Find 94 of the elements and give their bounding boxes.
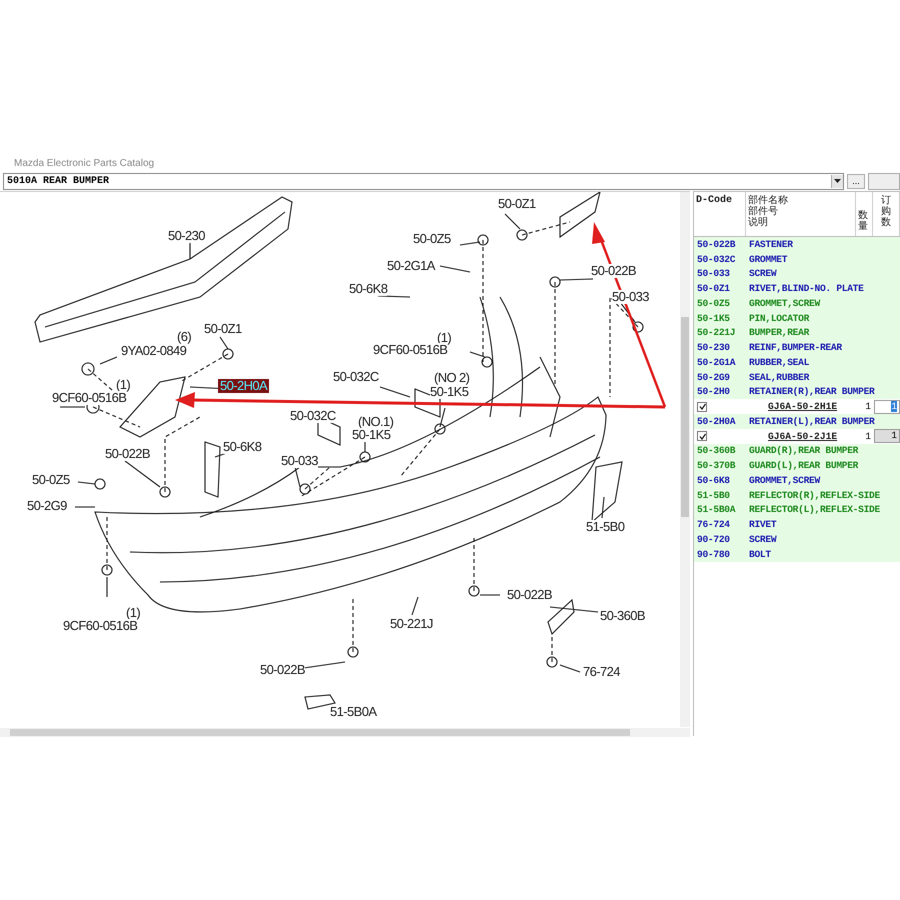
toolbar-button[interactable] bbox=[868, 172, 900, 190]
callout-label[interactable]: 50-0Z5 bbox=[413, 232, 451, 246]
callout-label[interactable]: 50-032C bbox=[290, 409, 336, 423]
part-name[interactable]: PIN,LOCATOR bbox=[746, 312, 900, 324]
column-header: 数量 bbox=[858, 210, 868, 232]
callout-label[interactable]: 76-724 bbox=[583, 665, 620, 679]
part-name[interactable]: RIVET bbox=[746, 519, 900, 530]
part-name[interactable]: REFLECTOR(L),REFLEX-SIDE bbox=[746, 504, 900, 516]
part-name[interactable]: BUMPER,REAR bbox=[746, 327, 900, 338]
callout-label[interactable]: 50-033 bbox=[612, 290, 649, 304]
part-code[interactable]: 50-370B bbox=[694, 460, 746, 472]
callout-label[interactable]: 50-6K8 bbox=[349, 282, 388, 296]
part-name[interactable]: SEAL,RUBBER bbox=[746, 372, 900, 383]
window-title: Mazda Electronic Parts Catalog bbox=[13, 157, 156, 171]
column-header: 订购数 bbox=[881, 195, 891, 230]
part-code[interactable]: 50-032C bbox=[694, 254, 746, 265]
callout-label[interactable]: 50-022B bbox=[105, 447, 150, 461]
callout-label[interactable]: 50-0Z1 bbox=[498, 197, 536, 211]
part-code[interactable]: 50-1K5 bbox=[694, 312, 746, 324]
part-name[interactable]: SCREW bbox=[746, 268, 900, 280]
part-name[interactable]: BOLT bbox=[746, 548, 900, 560]
part-code[interactable]: 50-230 bbox=[694, 342, 746, 354]
order-quantity-field[interactable]: 1 bbox=[874, 429, 900, 444]
dropdown-arrow-icon bbox=[834, 179, 841, 183]
part-number[interactable]: GJ6A-50-2J1E bbox=[746, 430, 860, 442]
part-name[interactable]: GUARD(R),REAR BUMPER bbox=[746, 445, 900, 456]
callout-label[interactable]: 50-230 bbox=[168, 229, 205, 243]
column-header: 部件名称 部件号 说明 bbox=[746, 192, 856, 236]
callout-label[interactable]: 50-2H0A bbox=[218, 379, 270, 393]
part-code[interactable]: 90-720 bbox=[694, 534, 746, 545]
part-name[interactable]: GROMMET,SCREW bbox=[746, 298, 900, 309]
callout-label[interactable]: 50-6K8 bbox=[223, 440, 262, 454]
callout-label[interactable]: 50-022B bbox=[507, 588, 552, 602]
callout-label[interactable]: 50-022B bbox=[260, 663, 305, 677]
part-code[interactable]: 50-2G9 bbox=[694, 372, 746, 383]
part-name[interactable]: RETAINER(L),REAR BUMPER bbox=[746, 416, 900, 427]
browse-button[interactable]: ... bbox=[847, 174, 865, 188]
part-name[interactable]: SCREW bbox=[746, 534, 900, 545]
callout-label[interactable]: 9CF60-0516B bbox=[52, 391, 126, 405]
part-code[interactable]: 50-2H0 bbox=[694, 386, 746, 398]
part-code[interactable]: 51-5B0 bbox=[694, 490, 746, 501]
callout-label[interactable]: (1) bbox=[116, 378, 130, 392]
part-code[interactable]: 50-6K8 bbox=[694, 474, 746, 486]
callout-label[interactable]: 50-033 bbox=[281, 454, 318, 468]
part-code[interactable]: 50-2H0A bbox=[694, 416, 746, 427]
callout-label[interactable]: 9CF60-0516B bbox=[63, 619, 138, 633]
part-number[interactable]: GJ6A-50-2H1E bbox=[746, 401, 860, 412]
part-code[interactable]: 50-0Z5 bbox=[694, 298, 746, 309]
quantity: 1 bbox=[864, 401, 872, 412]
vertical-scrollbar[interactable] bbox=[680, 192, 690, 727]
part-code[interactable]: 50-022B bbox=[694, 238, 746, 250]
callout-label[interactable]: (6) bbox=[177, 330, 192, 344]
part-name[interactable]: RETAINER(R),REAR BUMPER bbox=[746, 386, 900, 398]
callout-label[interactable]: (NO 2) bbox=[434, 371, 470, 385]
callout-label[interactable]: (1) bbox=[126, 606, 140, 620]
callout-label[interactable]: 50-2G9 bbox=[27, 499, 67, 513]
callout-label[interactable]: 50-221J bbox=[390, 617, 433, 631]
callout-label[interactable]: 50-1K5 bbox=[352, 428, 390, 442]
callout-label[interactable]: (1) bbox=[437, 331, 452, 345]
order-quantity-field[interactable]: 1 bbox=[874, 400, 900, 414]
part-name[interactable]: GROMMET,SCREW bbox=[746, 474, 900, 486]
callout-label[interactable]: 50-1K5 bbox=[430, 385, 468, 399]
part-code[interactable]: 50-2G1A bbox=[694, 356, 746, 368]
part-name[interactable]: GUARD(L),REAR BUMPER bbox=[746, 460, 900, 472]
callout-label[interactable]: 51-5B0 bbox=[586, 520, 624, 534]
part-code[interactable]: 51-5B0A bbox=[694, 504, 746, 516]
part-code[interactable]: 50-033 bbox=[694, 268, 746, 280]
part-code[interactable]: 50-221J bbox=[694, 327, 746, 338]
part-name[interactable]: RIVET,BLIND-NO. PLATE bbox=[746, 283, 900, 294]
part-code[interactable]: 76-724 bbox=[694, 519, 746, 530]
callout-label[interactable]: 50-2G1A bbox=[387, 259, 435, 273]
callout-label[interactable]: 50-0Z5 bbox=[32, 473, 70, 487]
callout-label[interactable]: 51-5B0A bbox=[330, 705, 376, 719]
part-name[interactable]: REINF,BUMPER-REAR bbox=[746, 342, 900, 354]
checkbox[interactable] bbox=[697, 431, 707, 442]
callout-label[interactable]: 50-022B bbox=[591, 264, 636, 278]
part-name[interactable]: REFLECTOR(R),REFLEX-SIDE bbox=[746, 490, 900, 501]
part-code[interactable]: 90-780 bbox=[694, 548, 746, 560]
callout-label[interactable]: 50-0Z1 bbox=[204, 322, 242, 336]
part-code[interactable]: 50-0Z1 bbox=[694, 283, 746, 294]
callout-label[interactable]: 9YA02-0849 bbox=[121, 344, 186, 358]
part-name[interactable]: GROMMET bbox=[746, 254, 900, 265]
horizontal-scrollbar[interactable] bbox=[0, 728, 690, 737]
part-name[interactable]: RUBBER,SEAL bbox=[746, 356, 900, 368]
part-name[interactable]: FASTENER bbox=[746, 238, 900, 250]
callout-label[interactable]: 50-032C bbox=[333, 370, 379, 384]
quantity: 1 bbox=[864, 430, 872, 442]
checkbox[interactable] bbox=[697, 402, 707, 412]
column-header: D-Code bbox=[694, 192, 746, 236]
callout-label[interactable]: (NO.1) bbox=[358, 415, 394, 429]
section-dropdown[interactable]: 5010A REAR BUMPER bbox=[3, 172, 844, 190]
part-code[interactable]: 50-360B bbox=[694, 445, 746, 456]
callout-label[interactable]: 50-360B bbox=[600, 609, 645, 623]
callout-label[interactable]: 9CF60-0516B bbox=[373, 343, 448, 357]
